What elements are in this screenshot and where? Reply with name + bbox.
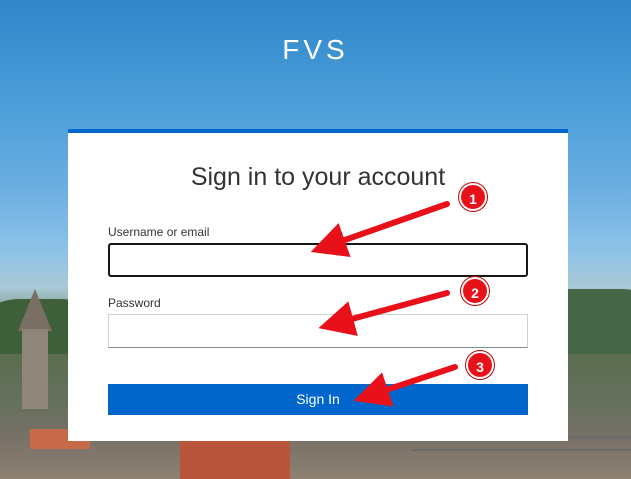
login-card: Sign in to your account Username or emai… <box>68 129 568 441</box>
username-label: Username or email <box>108 225 210 239</box>
church-tower <box>18 289 52 409</box>
password-input[interactable] <box>108 314 528 348</box>
sign-in-button[interactable]: Sign In <box>108 384 528 415</box>
annotation-badge-3: 3 <box>466 351 494 379</box>
login-page: FVS Sign in to your account Username or … <box>0 0 631 479</box>
red-roof <box>180 439 290 479</box>
password-label: Password <box>108 296 161 310</box>
login-title: Sign in to your account <box>190 163 446 191</box>
annotation-badge-1: 1 <box>459 183 487 211</box>
username-input[interactable] <box>108 243 528 277</box>
annotation-badge-2: 2 <box>461 277 489 305</box>
brand-title: FVS <box>282 34 349 65</box>
railing <box>411 436 631 479</box>
church-body <box>22 329 48 409</box>
church-spire <box>18 289 52 331</box>
